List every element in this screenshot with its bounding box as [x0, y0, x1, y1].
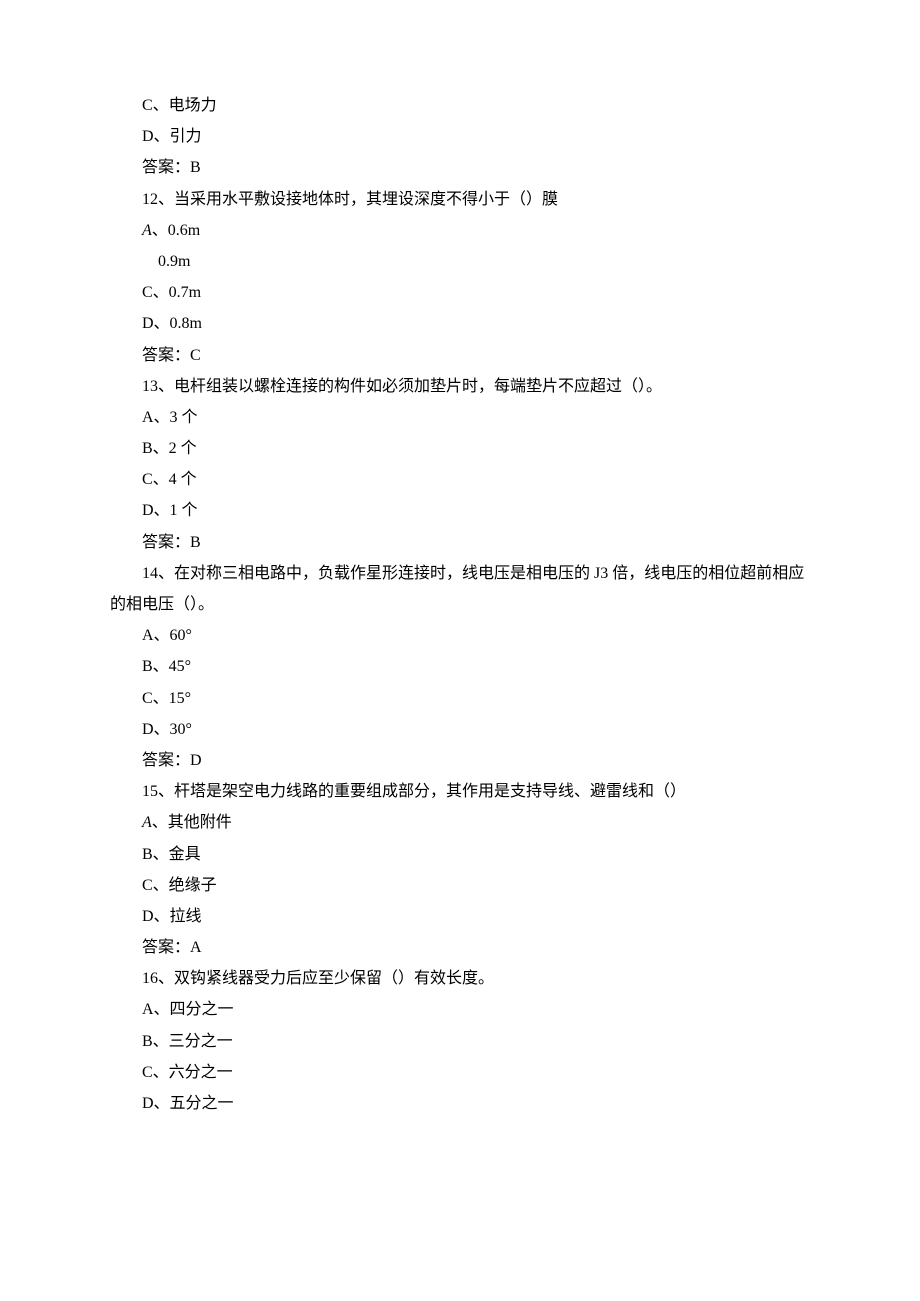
- text-rest: 、其他附件: [152, 814, 232, 831]
- text-line: 13、电杆组装以螺栓连接的构件如必须加垫片时，每端垫片不应超过（）。: [110, 371, 820, 402]
- text-line: D、0.8m: [110, 308, 820, 339]
- text-content: 14、在对称三相电路中，负载作星形连接时，线电压是相电压的 J3 倍，线电压的相…: [110, 558, 820, 620]
- text-line: 16、双钩紧线器受力后应至少保留（）有效长度。: [110, 963, 820, 994]
- text-line: A、60°: [110, 620, 820, 651]
- text-line: 14、在对称三相电路中，负载作星形连接时，线电压是相电压的 J3 倍，线电压的相…: [110, 558, 820, 620]
- text-line: 答案：B: [110, 527, 820, 558]
- text-line: D、30°: [110, 714, 820, 745]
- text-line: C、电场力: [110, 90, 820, 121]
- text-line: 0.9m: [110, 246, 820, 277]
- text-line: 12、当采用水平敷设接地体时，其埋设深度不得小于（）膜: [110, 184, 820, 215]
- text-line: 答案：A: [110, 932, 820, 963]
- text-line: B、45°: [110, 651, 820, 682]
- text-line: C、六分之一: [110, 1057, 820, 1088]
- italic-letter: A: [142, 222, 152, 239]
- text-line: D、五分之一: [110, 1088, 820, 1119]
- text-line: C、绝缘子: [110, 870, 820, 901]
- text-line: B、金具: [110, 839, 820, 870]
- text-line: C、0.7m: [110, 277, 820, 308]
- text-line: C、15°: [110, 683, 820, 714]
- text-line: D、引力: [110, 121, 820, 152]
- text-line: B、三分之一: [110, 1026, 820, 1057]
- text-line: 答案：C: [110, 340, 820, 371]
- italic-letter: A: [142, 814, 152, 831]
- text-line: B、2 个: [110, 433, 820, 464]
- text-line: A、其他附件: [110, 807, 820, 838]
- text-line: 答案：B: [110, 152, 820, 183]
- text-line: D、拉线: [110, 901, 820, 932]
- text-line: A、0.6m: [110, 215, 820, 246]
- text-content: 15、杆塔是架空电力线路的重要组成部分，其作用是支持导线、避雷线和（）: [110, 776, 820, 807]
- document-page: C、电场力D、引力答案：B12、当采用水平敷设接地体时，其埋设深度不得小于（）膜…: [0, 0, 920, 1301]
- text-line: C、4 个: [110, 464, 820, 495]
- text-rest: 、0.6m: [152, 222, 200, 239]
- text-line: 答案：D: [110, 745, 820, 776]
- text-line: 15、杆塔是架空电力线路的重要组成部分，其作用是支持导线、避雷线和（）: [110, 776, 820, 807]
- text-line: D、1 个: [110, 495, 820, 526]
- text-line: A、3 个: [110, 402, 820, 433]
- text-line: A、四分之一: [110, 994, 820, 1025]
